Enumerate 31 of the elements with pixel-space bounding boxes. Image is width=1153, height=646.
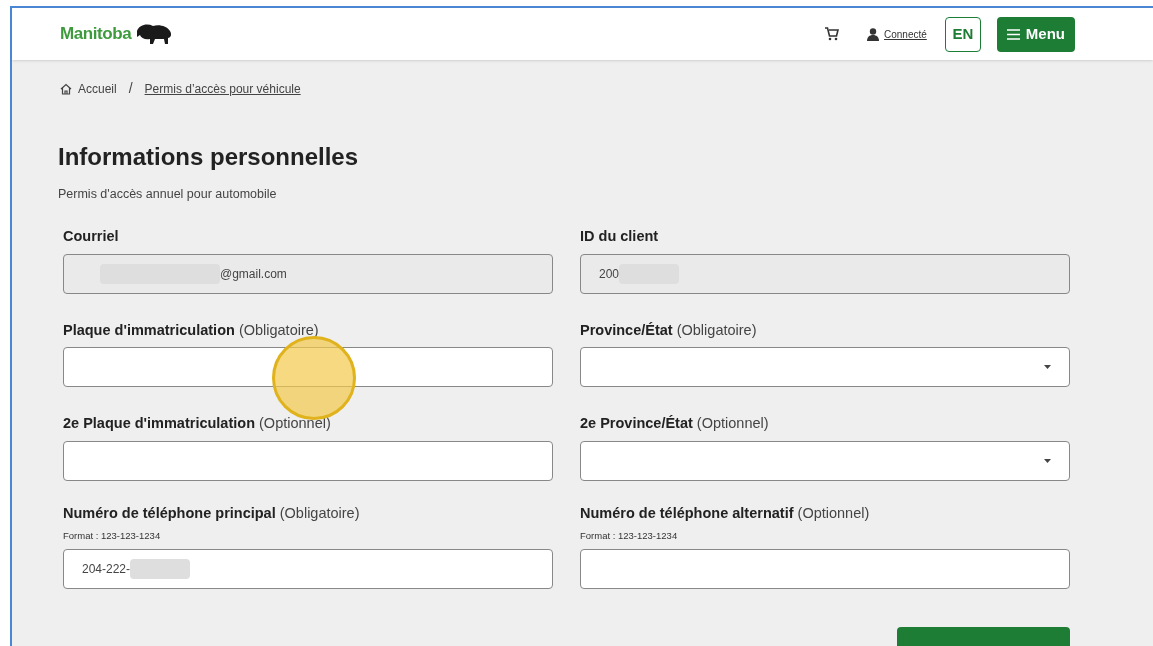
format-hint: Format : 123-123-1234 <box>63 528 162 543</box>
breadcrumb-home-link[interactable]: Accueil <box>60 79 117 98</box>
cart-icon[interactable] <box>825 27 839 41</box>
breadcrumb-separator: / <box>127 79 134 98</box>
input-field[interactable]: 204-222- <box>63 549 553 589</box>
field-label: Numéro de téléphone alternatif (Optionnel) <box>580 504 871 523</box>
home-icon <box>60 82 72 95</box>
page-title: Informations personnelles <box>57 142 360 172</box>
account-link[interactable]: Connecté <box>884 26 927 42</box>
field-label: Courriel <box>63 226 120 246</box>
field-label: Province/État (Obligatoire) <box>580 320 758 340</box>
field-label: ID du client <box>580 226 660 246</box>
breadcrumb-link[interactable]: Permis d’accès pour véhicule <box>144 79 301 98</box>
menu-icon <box>1006 28 1020 40</box>
select-field[interactable] <box>580 441 1070 481</box>
input-field[interactable] <box>63 441 553 481</box>
menu-button[interactable]: Menu <box>996 16 1075 52</box>
field-label: Plaque d'immatriculation (Obligatoire) <box>63 320 320 340</box>
logo-text[interactable]: Manitoba <box>60 21 132 47</box>
field-label: 2e Plaque d'immatriculation (Optionnel) <box>63 414 332 434</box>
user-icon <box>867 27 879 41</box>
page-subtitle: Permis d'accès annuel pour automobile <box>57 186 278 203</box>
field-label: 2e Province/État (Optionnel) <box>580 414 770 434</box>
bison-icon <box>135 23 174 45</box>
dropdown-caret-icon <box>1044 459 1051 463</box>
format-hint: Format : 123-123-1234 <box>580 528 679 543</box>
input-field[interactable] <box>580 549 1070 589</box>
select-field[interactable] <box>580 347 1070 388</box>
field-label: Numéro de téléphone principal (Obligatoire) <box>63 504 361 523</box>
dropdown-caret-icon <box>1044 365 1051 370</box>
language-button[interactable]: EN <box>944 16 981 52</box>
